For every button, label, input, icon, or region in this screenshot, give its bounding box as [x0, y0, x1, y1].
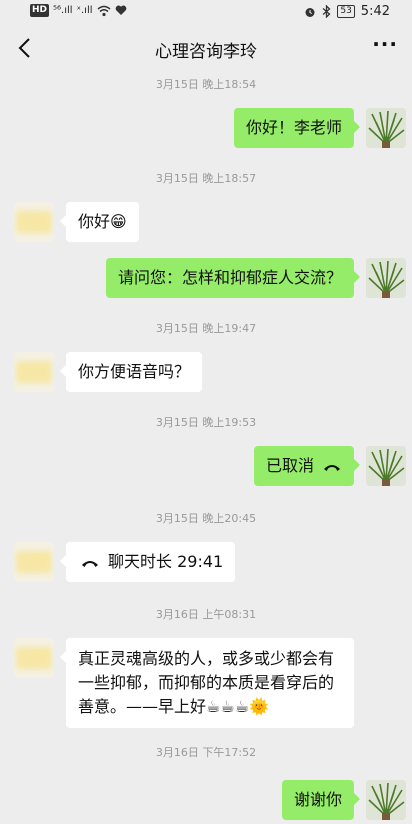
- contact-avatar[interactable]: [14, 202, 54, 242]
- my-avatar[interactable]: [366, 446, 406, 486]
- my-avatar[interactable]: [366, 108, 406, 148]
- timestamp: 3月15日 晚上20:45: [155, 512, 257, 525]
- my-avatar[interactable]: [366, 780, 406, 820]
- battery-icon: 53: [337, 5, 355, 18]
- message-bubble-other[interactable]: 真正灵魂高级的人，或多或少都会有一些抑郁，而抑郁的本质是看穿后的善意。——早上好…: [60, 638, 354, 728]
- heart-icon: [115, 5, 126, 15]
- signal-icon: ⁵⁶.ıll: [53, 5, 73, 16]
- message-bubble-mine[interactable]: 你好！李老师: [233, 108, 361, 148]
- message-bubble-mine[interactable]: 谢谢你: [281, 780, 361, 820]
- plant-avatar-icon: [366, 446, 406, 486]
- call-duration-text: 聊天时长 29:41: [108, 552, 224, 571]
- timestamp: 3月15日 晚上19:47: [155, 322, 257, 335]
- message-bubble-mine[interactable]: 请问您：怎样和抑郁症人交流？: [105, 258, 361, 298]
- timestamp: 3月16日 下午17:52: [155, 746, 257, 759]
- status-bar: HD ⁵⁶.ıll ˣ.ıll 53 5:42: [0, 0, 412, 24]
- phone-hangup-icon: [82, 561, 98, 567]
- my-avatar[interactable]: [366, 258, 406, 298]
- contact-avatar[interactable]: [14, 638, 54, 678]
- chat-area[interactable]: 3月15日 晚上18:54 你好！李老师 3月15日 晚上18:57 你好😁 请…: [0, 72, 412, 824]
- call-status-text: 已取消: [265, 456, 314, 475]
- more-button[interactable]: ···: [372, 32, 398, 56]
- chat-header: 心理咨询李玲 ···: [0, 24, 412, 72]
- timestamp: 3月15日 晚上18:57: [155, 172, 257, 185]
- phone-hangup-icon: [324, 465, 340, 471]
- plant-avatar-icon: [366, 780, 406, 820]
- message-bubble-other[interactable]: 你方便语音吗？: [59, 352, 203, 392]
- message-bubble-other[interactable]: 你好😁: [60, 202, 139, 242]
- contact-avatar[interactable]: [14, 352, 54, 392]
- status-time: 5:42: [360, 4, 390, 19]
- chat-title: 心理咨询李玲: [155, 42, 257, 62]
- timestamp: 3月16日 上午08:31: [155, 608, 257, 621]
- alarm-icon: [305, 7, 315, 17]
- timestamp: 3月15日 晚上18:54: [155, 78, 257, 91]
- signal-icon-2: ˣ.ıll: [76, 5, 93, 16]
- hd-badge: HD: [30, 4, 50, 17]
- wifi-icon: [97, 5, 110, 16]
- message-bubble-other[interactable]: 聊天时长 29:41: [59, 542, 236, 582]
- plant-avatar-icon: [366, 108, 406, 148]
- timestamp: 3月15日 晚上19:53: [155, 416, 257, 429]
- message-bubble-mine[interactable]: 已取消: [253, 446, 361, 486]
- bluetooth-icon: [322, 5, 331, 18]
- plant-avatar-icon: [366, 258, 406, 298]
- contact-avatar[interactable]: [14, 542, 54, 582]
